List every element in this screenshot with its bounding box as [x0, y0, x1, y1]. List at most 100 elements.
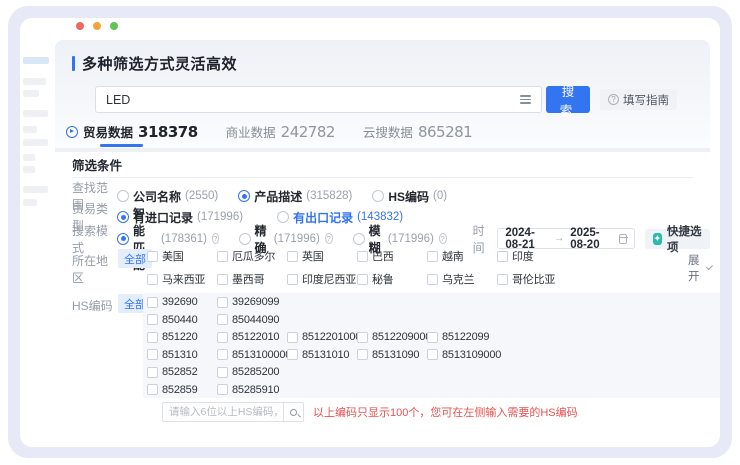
region-checkbox[interactable]: 厄瓜多尔	[217, 249, 287, 263]
sidebar-skeleton-bar	[23, 57, 49, 64]
hs-code-checkbox[interactable]: 85285200	[217, 365, 287, 379]
hs-code-checkbox[interactable]: 8513109000	[427, 348, 497, 362]
hs-code-checkbox[interactable]: 85044090	[217, 313, 287, 327]
radio-icon	[353, 233, 365, 245]
hs-code-checkbox[interactable]: 8512201000	[287, 330, 357, 344]
checkbox-icon	[427, 251, 438, 262]
checkbox-icon	[217, 367, 228, 378]
region-checkbox[interactable]: 墨西哥	[217, 272, 287, 286]
radio-hs-code[interactable]: HS编码 (0)	[372, 188, 447, 205]
maximize-window-icon[interactable]	[110, 22, 118, 30]
title-accent-bar	[72, 56, 75, 71]
sidebar-skeleton-bar	[23, 199, 37, 206]
close-window-icon[interactable]	[76, 22, 84, 30]
date-start: 2024-08-21	[505, 227, 548, 251]
filter-row-scope: 查找范围 公司名称 (2550) 产品描述 (315828) HS编码	[72, 188, 467, 204]
help-circle-icon: ?	[608, 94, 619, 105]
region-checkbox[interactable]: 印度	[497, 249, 567, 263]
checkbox-icon	[147, 332, 158, 343]
hs-code-checkbox[interactable]: 852852	[147, 365, 217, 379]
region-checkbox[interactable]: 马来西亚	[147, 272, 217, 286]
app-window: 多种筛选方式灵活高效 搜 索 ? 填写指南 贸易数据 318378	[20, 18, 720, 447]
checkbox-icon	[147, 314, 158, 325]
sidebar-skeleton-bar	[23, 166, 35, 173]
hs-code-notice: 以上编码只显示100个，您可在左侧输入需要的HS编码	[313, 404, 578, 420]
checkbox-icon	[427, 274, 438, 285]
region-checkbox[interactable]: 英国	[287, 249, 357, 263]
tab-label: 商业数据	[226, 122, 276, 141]
hs-code-checkbox[interactable]: 85285910	[217, 383, 287, 397]
checkbox-icon	[147, 367, 158, 378]
filter-row-search-mode: 搜索模式 智能匹配 (178361) ? 精确 (171996) ?	[72, 228, 710, 249]
checkbox-icon	[147, 384, 158, 395]
hs-code-checkbox[interactable]: 851310	[147, 348, 217, 362]
radio-icon	[239, 233, 251, 245]
checkbox-icon	[147, 274, 158, 285]
checkbox-icon	[217, 384, 228, 395]
tab-trade-data[interactable]: 贸易数据 318378	[66, 122, 198, 141]
hs-code-checkbox[interactable]: 85131010	[287, 348, 357, 362]
date-range-picker[interactable]: 2024-08-21 → 2025-08-20	[497, 228, 634, 249]
hs-code-checkbox[interactable]: 8512209000	[357, 330, 427, 344]
quick-options-button[interactable]: ✦ 快捷选项	[645, 229, 710, 249]
fill-guide-label: 填写指南	[623, 92, 669, 108]
hs-code-checkbox[interactable]: 39269099	[217, 295, 287, 309]
region-checkbox[interactable]: 越南	[427, 249, 497, 263]
calendar-icon	[619, 234, 627, 244]
info-icon[interactable]: ?	[325, 233, 333, 244]
hs-code-input-row: 以上编码只显示100个，您可在左侧输入需要的HS编码	[162, 402, 578, 422]
hs-code-checkbox[interactable]: 8513100000	[217, 348, 287, 362]
keyword-search-input[interactable]	[106, 93, 520, 107]
date-range-arrow: →	[554, 233, 564, 244]
region-checkbox[interactable]: 秘鲁	[357, 272, 427, 286]
date-end: 2025-08-20	[570, 227, 613, 251]
info-icon[interactable]: ?	[212, 233, 218, 244]
tab-cloud-search-data[interactable]: 云搜数据 865281	[363, 122, 472, 141]
quick-options-icon: ✦	[653, 233, 662, 245]
expand-regions-button[interactable]: 展开	[688, 252, 710, 284]
window-frame: 多种筛选方式灵活高效 搜 索 ? 填写指南 贸易数据 318378	[8, 6, 732, 458]
hs-code-checkbox[interactable]: 392690	[147, 295, 217, 309]
checkbox-icon	[217, 274, 228, 285]
radio-icon-selected	[117, 233, 129, 245]
hs-code-input[interactable]	[162, 402, 283, 422]
hs-code-checkbox[interactable]: 85131090	[357, 348, 427, 362]
sidebar-skeleton-bar	[23, 90, 39, 97]
trade-data-icon	[66, 126, 78, 138]
hs-code-checkbox[interactable]: 85122010	[217, 330, 287, 344]
checkbox-icon	[287, 251, 298, 262]
tab-count: 865281	[418, 123, 472, 141]
data-source-tabs: 贸易数据 318378 商业数据 242782 云搜数据 865281	[66, 122, 472, 141]
keyword-search-field[interactable]	[95, 86, 542, 113]
hs-code-checkbox[interactable]: 851220	[147, 330, 217, 344]
search-button[interactable]: 搜 索	[546, 86, 590, 113]
region-checkbox[interactable]: 巴西	[357, 249, 427, 263]
minimize-window-icon[interactable]	[93, 22, 101, 30]
region-checkbox[interactable]: 美国	[147, 249, 217, 263]
region-checkbox[interactable]: 哥伦比亚	[497, 272, 567, 286]
region-checkbox[interactable]: 印度尼西亚	[287, 272, 357, 286]
checkbox-icon	[287, 274, 298, 285]
radio-company-name[interactable]: 公司名称 (2550)	[117, 188, 218, 205]
fill-guide-button[interactable]: ? 填写指南	[600, 89, 677, 110]
hs-code-search-button[interactable]	[283, 402, 304, 422]
filter-list-icon[interactable]	[520, 95, 531, 104]
checkbox-icon	[427, 332, 438, 343]
tab-business-data[interactable]: 商业数据 242782	[226, 122, 335, 141]
checkbox-icon	[357, 332, 368, 343]
hs-code-checkbox[interactable]: 852859	[147, 383, 217, 397]
radio-product-description[interactable]: 产品描述 (315828)	[238, 188, 352, 205]
checkbox-icon	[287, 349, 298, 360]
checkbox-icon	[147, 251, 158, 262]
info-icon[interactable]: ?	[439, 233, 447, 244]
window-controls	[76, 22, 118, 30]
row-label-hs-code: HS编码	[72, 297, 117, 314]
hs-code-checkbox[interactable]: 850440	[147, 313, 217, 327]
checkbox-icon	[357, 251, 368, 262]
filter-section-title: 筛选条件	[72, 155, 122, 174]
tabs-divider-band	[55, 148, 710, 152]
tab-label: 云搜数据	[363, 122, 413, 141]
region-checkbox[interactable]: 乌克兰	[427, 272, 497, 286]
hs-code-checkbox[interactable]: 85122099	[427, 330, 497, 344]
radio-icon-selected	[238, 190, 250, 202]
